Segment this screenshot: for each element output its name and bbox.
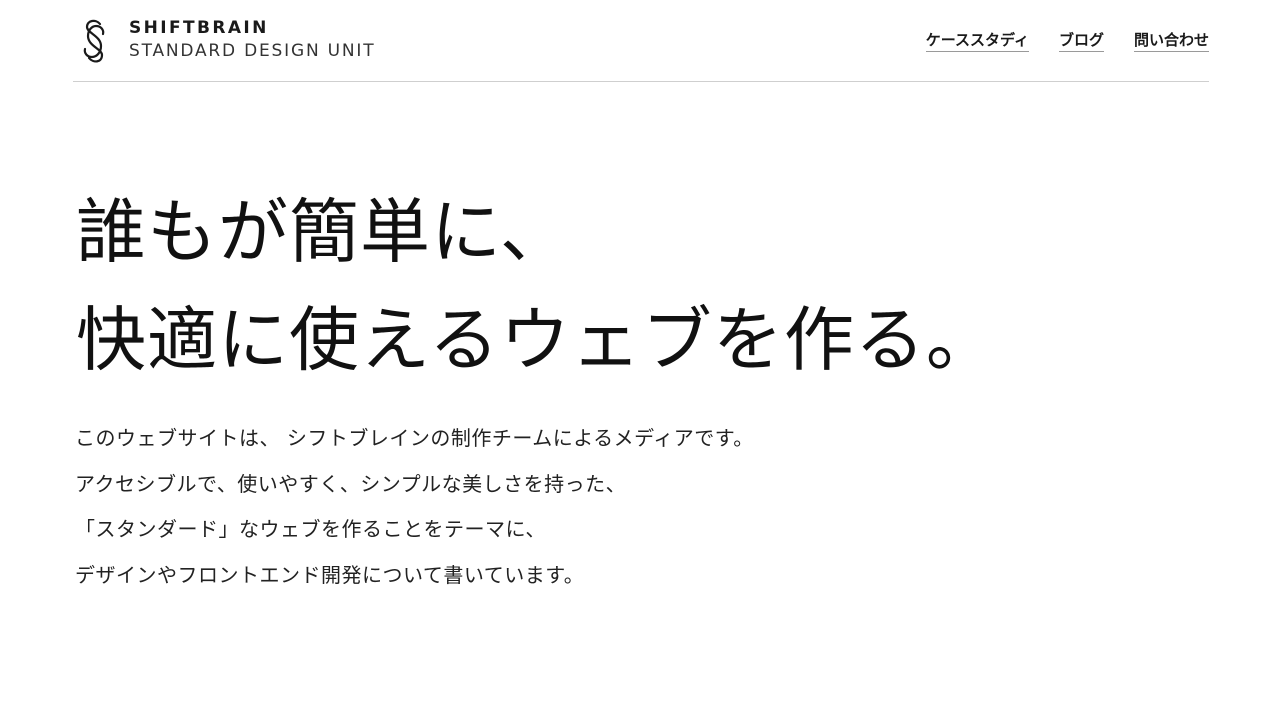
page: SHIFTBRAIN STANDARD DESIGN UNIT ケーススタディ … [0, 0, 1280, 720]
hero-title-line: 誰もが簡単に、 [76, 191, 571, 273]
hero: 誰もが簡単に、 快適に使えるウェブを作る。 [76, 178, 1076, 394]
nav-link-contact[interactable]: 問い合わせ [1133, 30, 1209, 52]
brand-text: SHIFTBRAIN STANDARD DESIGN UNIT [129, 18, 375, 64]
brand-name: SHIFTBRAIN [129, 18, 269, 38]
shiftbrain-s-logo-icon [83, 19, 105, 63]
description-line: 「スタンダード」なウェブを作ることをテーマに、 [75, 517, 546, 541]
hero-title: 誰もが簡単に、 快適に使えるウェブを作る。 [76, 178, 1076, 394]
nav-link-blog[interactable]: ブログ [1058, 30, 1104, 52]
global-nav: ケーススタディ ブログ 問い合わせ [925, 30, 1209, 52]
hero-description: このウェブサイトは、 シフトブレインの制作チームによるメディアです。 アクセシブ… [75, 416, 975, 598]
description-line: デザインやフロントエンド開発について書いています。 [75, 562, 585, 587]
brand-subtitle: STANDARD DESIGN UNIT [129, 41, 376, 61]
nav-link-case-study[interactable]: ケーススタディ [925, 30, 1029, 52]
description-line: このウェブサイトは、 シフトブレインの制作チームによるメディアです。 [75, 426, 754, 450]
brand-home-link[interactable]: SHIFTBRAIN STANDARD DESIGN UNIT [81, 18, 375, 65]
site-header: SHIFTBRAIN STANDARD DESIGN UNIT ケーススタディ … [73, 0, 1209, 82]
description-line: アクセシブルで、使いやすく、シンプルな美しさを持った、 [75, 471, 627, 496]
hero-title-line: 快適に使えるウェブを作る。 [76, 299, 997, 381]
